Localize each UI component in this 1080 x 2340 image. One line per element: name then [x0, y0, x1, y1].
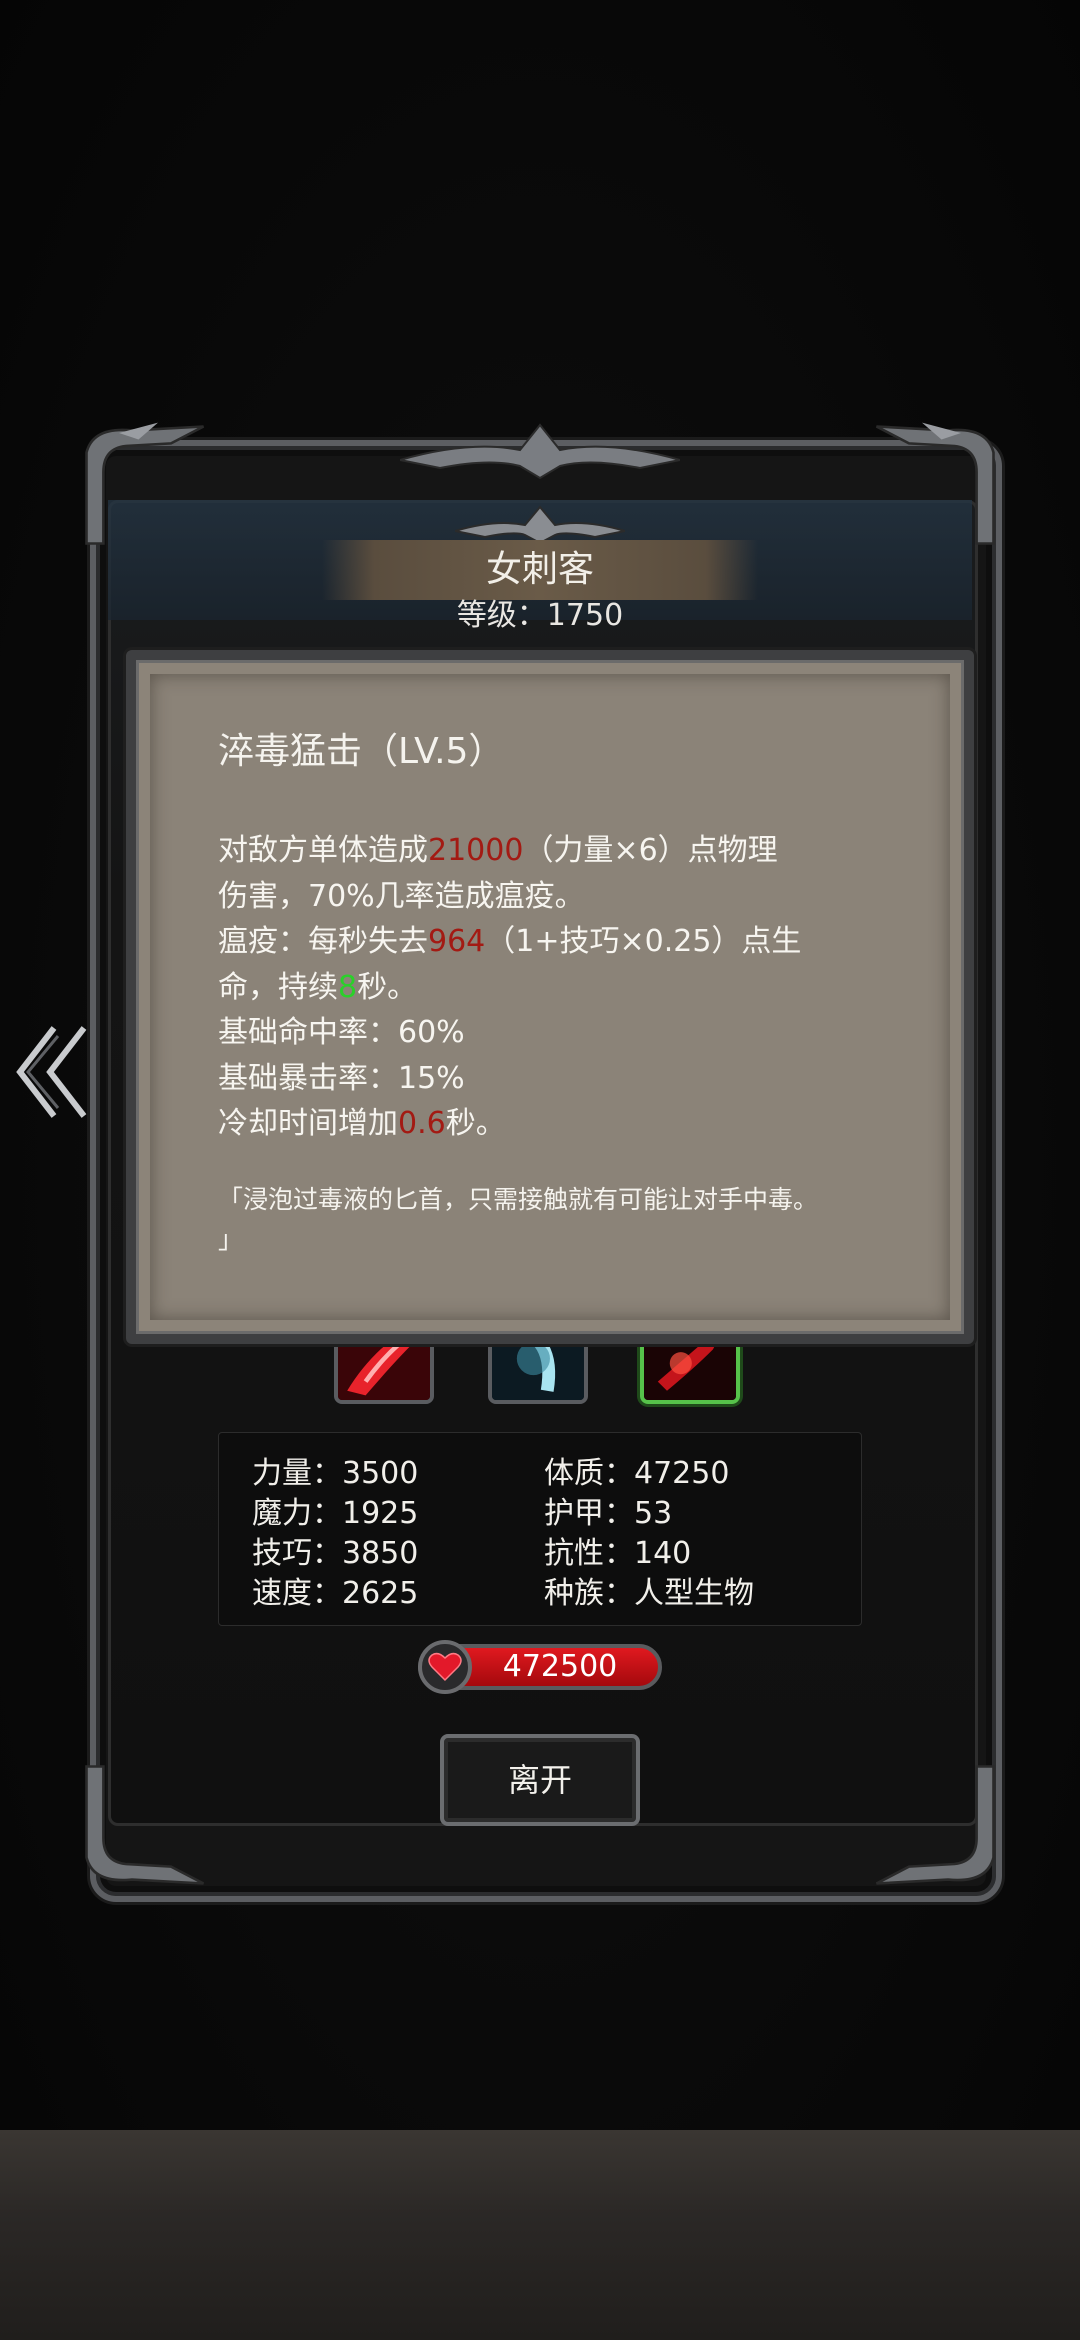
floor-strip [0, 2130, 1080, 2340]
stat-skill: 技巧：3850 [252, 1536, 419, 1571]
duration-value: 8 [338, 969, 358, 1005]
cooldown-value: 0.6 [398, 1106, 446, 1141]
flavor-text: 「浸泡过毒液的匕首，只需接触就有可能让对手中毒。 」 [218, 1185, 819, 1254]
stat-magic: 魔力：1925 [252, 1496, 419, 1531]
corner-ornament-icon [80, 1760, 210, 1890]
top-crest-icon [399, 420, 681, 480]
desc-line: 基础命中率：60% [218, 1015, 465, 1050]
stat-speed: 速度：2625 [252, 1576, 419, 1611]
character-name: 女刺客 [485, 549, 594, 590]
desc-line: 对敌方单体造成21000（力量×6）点物理 [218, 833, 778, 868]
desc-line: 伤害，70%几率造成瘟疫。 [218, 878, 585, 914]
skill-title: 淬毒猛击（LV.5） [218, 731, 505, 772]
heart-icon [418, 1640, 472, 1694]
desc-line: 基础暴击率：15% [218, 1060, 465, 1096]
stat-constitution: 体质：47250 [544, 1456, 730, 1491]
stat-race: 种族：人型生物 [544, 1576, 754, 1611]
corner-ornament-icon [870, 420, 1000, 550]
stat-resistance: 抗性：140 [544, 1536, 692, 1571]
desc-line: 瘟疫：每秒失去964（1+技巧×0.25）点生 [218, 924, 802, 959]
leave-button-label[interactable]: 离开 [440, 1734, 640, 1826]
desc-line: 冷却时间增加0.6秒。 [218, 1106, 506, 1141]
stat-armor: 护甲：53 [544, 1496, 673, 1531]
corner-ornament-icon [870, 1760, 1000, 1890]
desc-line: 命，持续8秒。 [218, 969, 418, 1005]
double-chevron-left-icon[interactable] [14, 1020, 92, 1124]
plague-damage-value: 964 [428, 924, 486, 959]
hp-value: 472500 [502, 1649, 618, 1684]
damage-value: 21000 [428, 833, 524, 868]
stat-strength: 力量：3500 [252, 1456, 419, 1491]
skill-description: 对敌方单体造成21000（力量×6）点物理 伤害，70%几率造成瘟疫。 瘟疫：每… [218, 828, 898, 1147]
crest-icon [454, 505, 626, 545]
corner-ornament-icon [80, 420, 210, 550]
character-level: 等级：1750 [456, 598, 624, 633]
